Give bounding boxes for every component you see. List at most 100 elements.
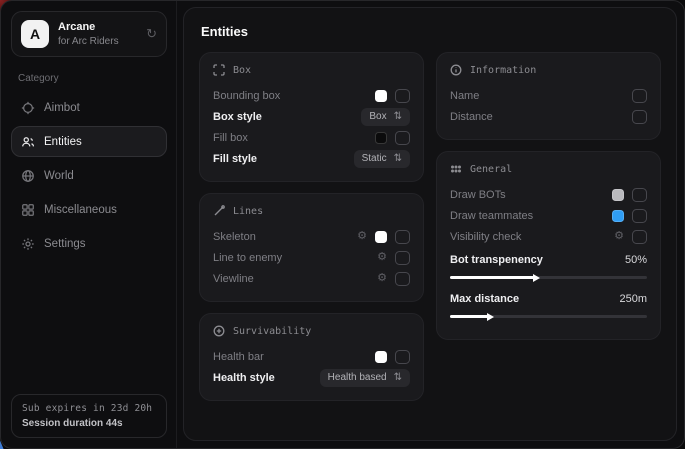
sidebar-item-label: Aimbot — [44, 102, 80, 114]
entities-icon — [21, 135, 35, 149]
panel-title: Information — [470, 65, 536, 76]
information-panel: Information Name Distance — [436, 52, 661, 140]
info-icon — [450, 64, 462, 76]
sub-expiry-text: Sub expires in 23d 20h — [22, 403, 156, 414]
setting-row-health-style: Health style Health based ⇅ — [213, 367, 410, 388]
subscription-card: Sub expires in 23d 20h Session duration … — [11, 394, 167, 438]
setting-row-draw-teammates: Draw teammates — [450, 205, 647, 226]
distance-checkbox[interactable] — [632, 110, 647, 124]
refresh-icon[interactable]: ↻ — [146, 26, 157, 42]
panel-title: Survivability — [233, 326, 311, 337]
draw-bots-label: Draw BOTs — [450, 189, 506, 201]
panel-title: General — [470, 164, 512, 175]
sidebar-item-label: Miscellaneous — [44, 204, 117, 216]
visibility-check-config-gear-icon[interactable]: ⚙ — [614, 231, 624, 242]
category-label: Category — [18, 73, 167, 84]
app-window: A Arcane for Arc Riders ↻ Category Aimbo… — [0, 0, 685, 449]
skeleton-checkbox[interactable] — [395, 230, 410, 244]
skeleton-label: Skeleton — [213, 231, 256, 243]
setting-row-skeleton: Skeleton ⚙ — [213, 226, 410, 247]
line-to-enemy-checkbox[interactable] — [395, 251, 410, 265]
bounding-box-color-swatch[interactable] — [375, 90, 387, 102]
app-logo: A — [21, 20, 49, 48]
fill-box-color-swatch[interactable] — [375, 132, 387, 144]
max-distance-label: Max distance — [450, 293, 519, 305]
visibility-check-label: Visibility check — [450, 231, 521, 243]
line-to-enemy-config-gear-icon[interactable]: ⚙ — [377, 252, 387, 263]
chevron-updown-icon: ⇅ — [394, 153, 402, 164]
sidebar-nav: Aimbot Entities World Miscellaneous — [11, 92, 167, 259]
bot-transparency-slider[interactable] — [450, 276, 647, 279]
dots-grid-icon — [450, 163, 462, 175]
skeleton-config-gear-icon[interactable]: ⚙ — [357, 231, 367, 242]
general-panel: General Draw BOTs Draw teammates — [436, 151, 661, 340]
health-bar-color-swatch[interactable] — [375, 351, 387, 363]
sidebar-item-label: Settings — [44, 238, 86, 250]
draw-bots-color-swatch[interactable] — [612, 189, 624, 201]
setting-row-box-style: Box style Box ⇅ — [213, 106, 410, 127]
bounding-box-checkbox[interactable] — [395, 89, 410, 103]
globe-icon — [21, 169, 35, 183]
box-style-dropdown[interactable]: Box ⇅ — [361, 108, 410, 126]
setting-row-name: Name — [450, 85, 647, 106]
crosshair-icon — [21, 101, 35, 115]
draw-bots-checkbox[interactable] — [632, 188, 647, 202]
setting-row-fill-box: Fill box — [213, 127, 410, 148]
max-distance-slider[interactable] — [450, 315, 647, 318]
box-panel: Box Bounding box Box style Box ⇅ — [199, 52, 424, 182]
fill-style-label: Fill style — [213, 153, 257, 165]
brand-card: A Arcane for Arc Riders ↻ — [11, 11, 167, 57]
bot-transparency-group: Bot transpenency 50% — [450, 249, 647, 279]
visibility-check-checkbox[interactable] — [632, 230, 647, 244]
bounding-box-label: Bounding box — [213, 90, 280, 102]
setting-row-draw-bots: Draw BOTs — [450, 184, 647, 205]
fill-style-value: Static — [362, 153, 387, 164]
viewline-label: Viewline — [213, 273, 254, 285]
name-checkbox[interactable] — [632, 89, 647, 103]
sidebar-item-settings[interactable]: Settings — [11, 228, 167, 259]
chevron-updown-icon: ⇅ — [394, 111, 402, 122]
line-to-enemy-label: Line to enemy — [213, 252, 282, 264]
box-style-label: Box style — [213, 111, 262, 123]
panel-title: Box — [233, 65, 251, 76]
bot-transparency-value: 50% — [625, 254, 647, 266]
fill-box-checkbox[interactable] — [395, 131, 410, 145]
line-icon — [213, 205, 225, 217]
viewline-config-gear-icon[interactable]: ⚙ — [377, 273, 387, 284]
setting-row-viewline: Viewline ⚙ — [213, 268, 410, 289]
draw-teammates-checkbox[interactable] — [632, 209, 647, 223]
slider-thumb[interactable] — [487, 313, 494, 321]
setting-row-bounding-box: Bounding box — [213, 85, 410, 106]
sidebar-item-miscellaneous[interactable]: Miscellaneous — [11, 194, 167, 225]
grid-icon — [21, 203, 35, 217]
fill-style-dropdown[interactable]: Static ⇅ — [354, 150, 410, 168]
setting-row-visibility-check: Visibility check ⚙ — [450, 226, 647, 247]
health-style-label: Health style — [213, 372, 275, 384]
setting-row-line-to-enemy: Line to enemy ⚙ — [213, 247, 410, 268]
health-bar-checkbox[interactable] — [395, 350, 410, 364]
sidebar-item-entities[interactable]: Entities — [11, 126, 167, 157]
health-icon — [213, 325, 225, 337]
gear-icon — [21, 237, 35, 251]
viewline-checkbox[interactable] — [395, 272, 410, 286]
sidebar-item-aimbot[interactable]: Aimbot — [11, 92, 167, 123]
sidebar: A Arcane for Arc Riders ↻ Category Aimbo… — [1, 1, 177, 448]
box-style-value: Box — [369, 111, 386, 122]
slider-thumb[interactable] — [533, 274, 540, 282]
session-duration-text: Session duration 44s — [22, 418, 156, 429]
fill-box-label: Fill box — [213, 132, 248, 144]
sidebar-item-label: Entities — [44, 136, 82, 148]
name-label: Name — [450, 90, 479, 102]
max-distance-group: Max distance 250m — [450, 288, 647, 318]
chevron-updown-icon: ⇅ — [394, 372, 402, 383]
app-name: Arcane — [58, 21, 137, 34]
draw-teammates-color-swatch[interactable] — [612, 210, 624, 222]
health-style-dropdown[interactable]: Health based ⇅ — [320, 369, 410, 387]
lines-panel: Lines Skeleton ⚙ Line to enemy ⚙ — [199, 193, 424, 302]
skeleton-color-swatch[interactable] — [375, 231, 387, 243]
draw-teammates-label: Draw teammates — [450, 210, 533, 222]
setting-row-fill-style: Fill style Static ⇅ — [213, 148, 410, 169]
main-panel: Entities Box Bounding box — [183, 7, 677, 441]
sidebar-item-world[interactable]: World — [11, 160, 167, 191]
panel-title: Lines — [233, 206, 263, 217]
